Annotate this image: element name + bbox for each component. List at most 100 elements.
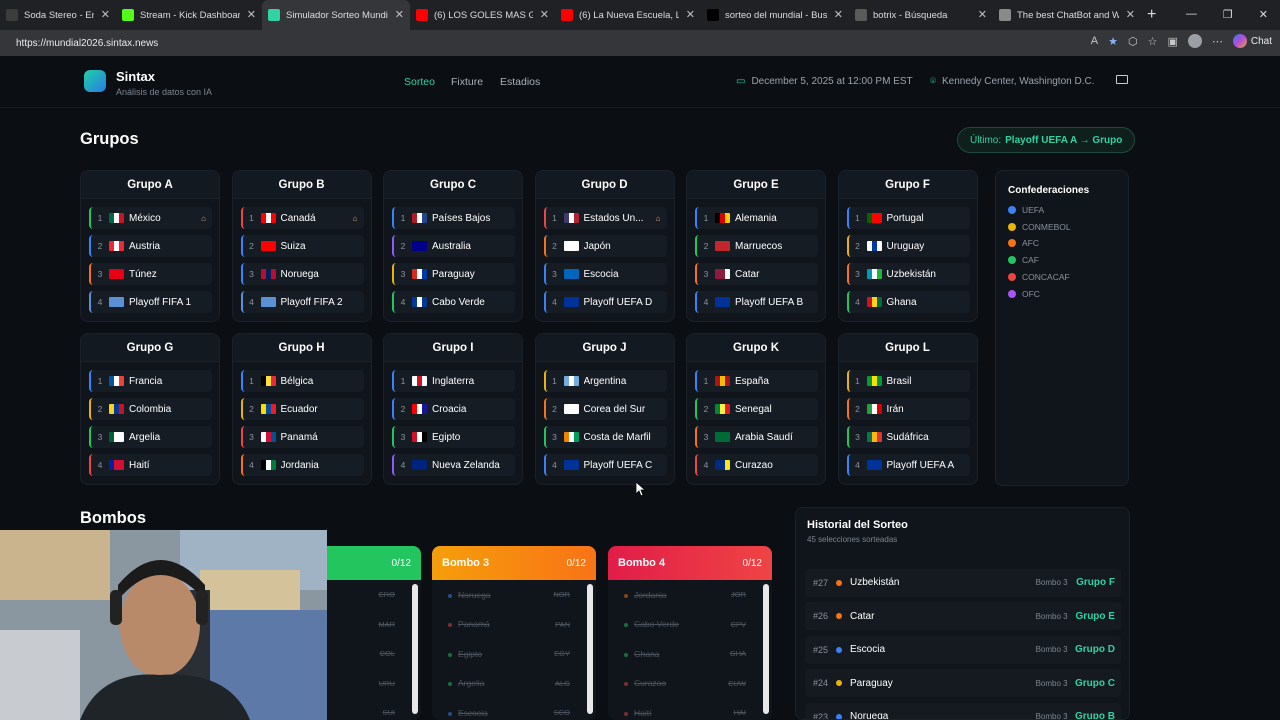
scrollbar[interactable] bbox=[412, 584, 418, 714]
group-slot[interactable]: 2 Irán bbox=[846, 398, 970, 420]
group-slot[interactable]: 3 Costa de Marfil bbox=[543, 426, 667, 448]
address-bar[interactable]: https://mundial2026.sintax.news A ★ ⬡ ☆ … bbox=[0, 30, 1280, 56]
favorites-icon[interactable]: ☆ bbox=[1148, 35, 1158, 48]
group-slot[interactable]: 2 Uruguay bbox=[846, 235, 970, 257]
collections-icon[interactable]: ▣ bbox=[1167, 35, 1177, 48]
group-slot[interactable]: 1 Alemania bbox=[695, 207, 818, 229]
team-name: Uzbekistán bbox=[850, 577, 900, 588]
group-slot[interactable]: 2 Colombia bbox=[89, 398, 212, 420]
url-text[interactable]: https://mundial2026.sintax.news bbox=[16, 38, 158, 49]
close-icon[interactable]: ✕ bbox=[395, 8, 404, 21]
group-slot[interactable]: 3 Uzbekistán bbox=[846, 263, 970, 285]
group-slot[interactable]: 4 Jordania bbox=[240, 454, 364, 476]
group-slot[interactable]: 2 Australia bbox=[392, 235, 515, 257]
close-window-icon[interactable]: ✕ bbox=[1259, 8, 1268, 21]
close-icon[interactable]: ✕ bbox=[101, 8, 110, 21]
group-slot[interactable]: 2 Marruecos bbox=[695, 235, 818, 257]
display-mode-icon[interactable] bbox=[1116, 75, 1128, 84]
group-slot[interactable]: 1 México ⌂ bbox=[89, 207, 212, 229]
group-slot[interactable]: 1 Países Bajos bbox=[392, 207, 515, 229]
group-slot[interactable]: 4 Playoff UEFA C bbox=[543, 454, 667, 476]
group-slot[interactable]: 3 Noruega bbox=[240, 263, 364, 285]
group-slot[interactable]: 4 Playoff UEFA B bbox=[695, 291, 818, 313]
browser-tab[interactable]: botrix - Búsqueda ✕ bbox=[849, 0, 993, 30]
group-slot[interactable]: 1 Brasil bbox=[846, 370, 970, 392]
group-slot[interactable]: 3 Arabia Saudí bbox=[695, 426, 818, 448]
group-slot[interactable]: 4 Nueva Zelanda bbox=[392, 454, 515, 476]
group-slot[interactable]: 2 Senegal bbox=[695, 398, 818, 420]
group-slot[interactable]: 2 Suiza bbox=[240, 235, 364, 257]
group-slot[interactable]: 4 Playoff FIFA 1 bbox=[89, 291, 212, 313]
group-slot[interactable]: 1 Estados Un... ⌂ bbox=[543, 207, 667, 229]
nav-fixture[interactable]: Fixture bbox=[451, 76, 483, 88]
browser-tab[interactable]: (6) LOS GOLES MAS GRITAD ✕ bbox=[410, 0, 555, 30]
group-slot[interactable]: 3 Paraguay bbox=[392, 263, 515, 285]
slot-position: 3 bbox=[552, 432, 557, 442]
close-icon[interactable]: ✕ bbox=[247, 8, 256, 21]
browser-tab[interactable]: Soda Stereo - En la Ciuda ✕ bbox=[0, 0, 116, 30]
close-icon[interactable]: ✕ bbox=[686, 8, 695, 21]
group-slot[interactable]: 3 Argelia bbox=[89, 426, 212, 448]
read-aloud-icon[interactable]: A bbox=[1091, 35, 1098, 47]
confederation-dot-icon bbox=[448, 593, 452, 598]
group-slot[interactable]: 1 Canadá ⌂ bbox=[240, 207, 364, 229]
browser-tab[interactable]: Stream - Kick Dashboard ✕ bbox=[116, 0, 262, 30]
group-slot[interactable]: 4 Curazao bbox=[695, 454, 818, 476]
close-icon[interactable]: ✕ bbox=[978, 8, 987, 21]
brand-name[interactable]: Sintax bbox=[116, 69, 155, 84]
flag-icon bbox=[563, 269, 579, 279]
group-slot[interactable]: 1 Francia bbox=[89, 370, 212, 392]
profile-avatar[interactable] bbox=[1187, 34, 1202, 48]
group-slot[interactable]: 3 Catar bbox=[695, 263, 818, 285]
group-slot[interactable]: 1 Bélgica bbox=[240, 370, 364, 392]
restore-icon[interactable]: ❐ bbox=[1223, 8, 1233, 21]
scrollbar[interactable] bbox=[587, 584, 593, 714]
scrollbar[interactable] bbox=[763, 584, 769, 714]
browser-tab[interactable]: (6) La Nueva Escuela, Lucas ✕ bbox=[555, 0, 701, 30]
group-slot[interactable]: 1 Argentina bbox=[543, 370, 667, 392]
group-slot[interactable]: 2 Croacia bbox=[392, 398, 515, 420]
group-label: Grupo D bbox=[1074, 644, 1115, 655]
group-slot[interactable]: 4 Haití bbox=[89, 454, 212, 476]
team-code: CUW bbox=[728, 678, 746, 688]
group-slot[interactable]: 2 Corea del Sur bbox=[543, 398, 667, 420]
sintax-logo[interactable] bbox=[84, 70, 106, 92]
group-slot[interactable]: 3 Escocia bbox=[543, 263, 667, 285]
group-slot[interactable]: 4 Playoff UEFA A bbox=[846, 454, 970, 476]
nav-estadios[interactable]: Estadios bbox=[500, 76, 540, 88]
minimize-icon[interactable]: — bbox=[1186, 8, 1197, 21]
group-slot[interactable]: 3 Egipto bbox=[392, 426, 515, 448]
group-slot[interactable]: 2 Japón bbox=[543, 235, 667, 257]
close-icon[interactable]: ✕ bbox=[834, 8, 843, 21]
favorites-add-icon[interactable]: ★ bbox=[1108, 35, 1118, 48]
event-venue: ⌾ Kennedy Center, Washington D.C. bbox=[930, 76, 1095, 87]
close-icon[interactable]: ✕ bbox=[540, 8, 549, 21]
copilot-chat-button[interactable]: Chat bbox=[1232, 34, 1272, 48]
group-slot[interactable]: 3 Panamá bbox=[240, 426, 364, 448]
nav-sorteo[interactable]: Sorteo bbox=[404, 76, 435, 88]
group-slot[interactable]: 2 Austria bbox=[89, 235, 212, 257]
group-slot[interactable]: 4 Playoff FIFA 2 bbox=[240, 291, 364, 313]
browser-tab[interactable]: The best ChatBot and Widge ✕ bbox=[993, 0, 1141, 30]
browser-tab[interactable]: Simulador Sorteo Mundial 2 ✕ bbox=[262, 0, 410, 30]
group-title: Grupo E bbox=[687, 171, 825, 199]
group-slot[interactable]: 4 Ghana bbox=[846, 291, 970, 313]
group-title: Grupo H bbox=[232, 334, 371, 362]
group-slot[interactable]: 3 Túnez bbox=[89, 263, 212, 285]
browser-tab[interactable]: sorteo del mundial - Buscar ✕ bbox=[701, 0, 849, 30]
group-slot[interactable]: 4 Cabo Verde bbox=[392, 291, 515, 313]
group-slot[interactable]: 4 Playoff UEFA D bbox=[543, 291, 667, 313]
flag-icon bbox=[260, 432, 276, 442]
group-slot[interactable]: 3 Sudáfrica bbox=[846, 426, 970, 448]
more-menu-icon[interactable]: ⋯ bbox=[1212, 35, 1223, 48]
group-slot[interactable]: 1 Inglaterra bbox=[392, 370, 515, 392]
group-slot[interactable]: 1 Portugal bbox=[846, 207, 970, 229]
tab-title: The best ChatBot and Widge bbox=[1017, 9, 1119, 21]
new-tab-icon[interactable]: + bbox=[1141, 0, 1171, 30]
close-icon[interactable]: ✕ bbox=[1126, 8, 1135, 21]
group-slot[interactable]: 1 España bbox=[695, 370, 818, 392]
team-code: SUI bbox=[382, 708, 395, 718]
draw-number: #27 bbox=[813, 577, 829, 588]
group-slot[interactable]: 2 Ecuador bbox=[240, 398, 364, 420]
extensions-icon[interactable]: ⬡ bbox=[1128, 35, 1138, 48]
